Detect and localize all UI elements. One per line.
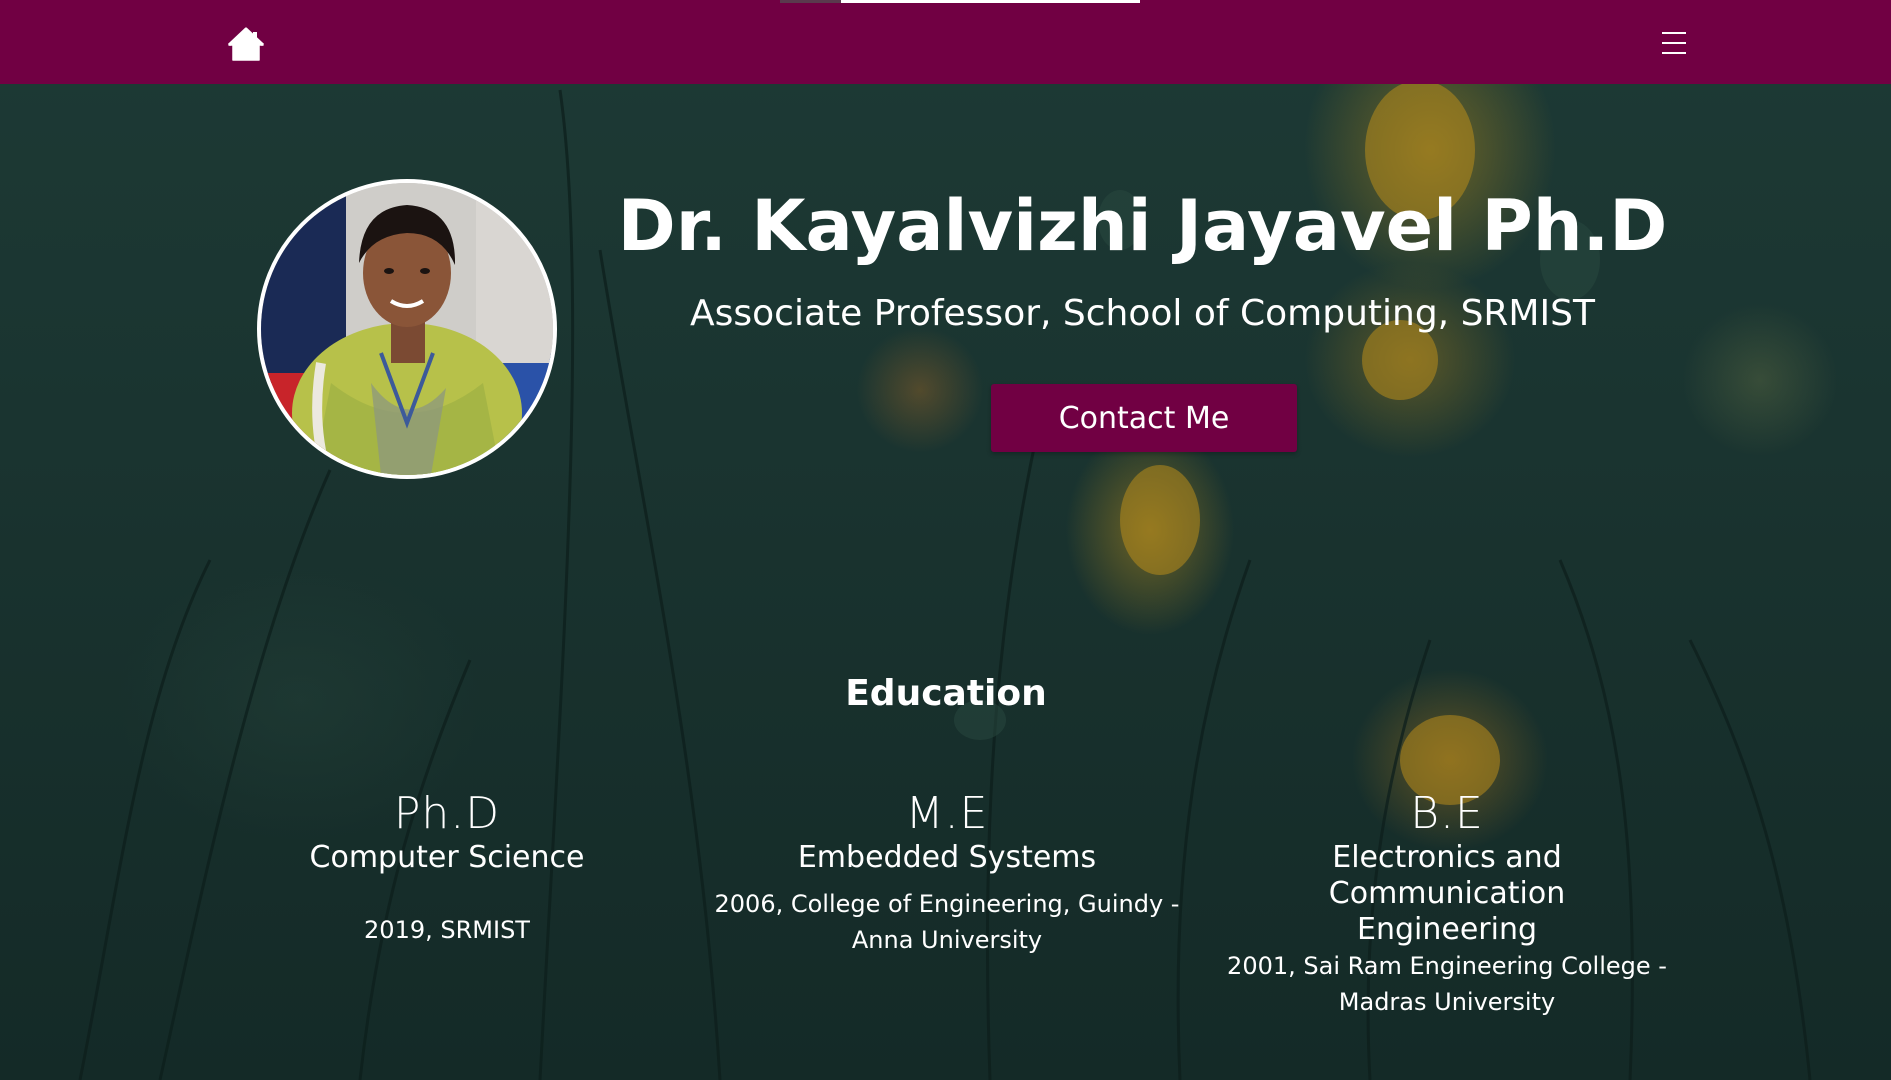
hamburger-menu-button[interactable] (1660, 30, 1688, 56)
degree-detail: Madras University (1338, 988, 1556, 1016)
degree-title: B.E (1410, 788, 1484, 839)
degree-title: Ph.D (393, 788, 501, 839)
degree-detail: 2019, SRMIST (364, 916, 530, 944)
education-item-be: B.E Electronics and Communication Engine… (1212, 788, 1682, 1020)
hamburger-menu-icon (1662, 32, 1686, 34)
degree-field: Embedded Systems (797, 840, 1097, 875)
hamburger-menu-icon (1662, 42, 1686, 44)
education-heading: Education (845, 673, 1047, 714)
education-item-phd: Ph.D Computer Science 2019, SRMIST (212, 788, 682, 948)
degree-detail: 2006, College of Engineering, Guindy - (714, 890, 1180, 918)
degree-detail: 2001, Sai Ram Engineering College - (1227, 952, 1667, 980)
contact-me-button[interactable]: Contact Me (991, 384, 1297, 452)
hamburger-menu-icon (1662, 52, 1686, 54)
degree-field: Computer Science (309, 840, 585, 875)
top-navbar (0, 0, 1891, 84)
education-item-me: M.E Embedded Systems 2006, College of En… (712, 788, 1182, 958)
profile-photo (257, 179, 557, 479)
home-icon (227, 27, 265, 61)
page-title: Dr. Kayalvizhi Jayavel Ph.D (617, 185, 1668, 267)
home-button[interactable] (226, 26, 266, 62)
page-subtitle: Associate Professor, School of Computing… (690, 293, 1595, 334)
degree-field: Engineering (1357, 912, 1537, 947)
scroll-progress-fill (780, 0, 842, 3)
degree-field: Electronics and Communication (1328, 840, 1566, 911)
degree-title: M.E (905, 788, 989, 839)
scroll-progress-bar (780, 0, 1140, 3)
degree-detail: Anna University (851, 926, 1043, 954)
